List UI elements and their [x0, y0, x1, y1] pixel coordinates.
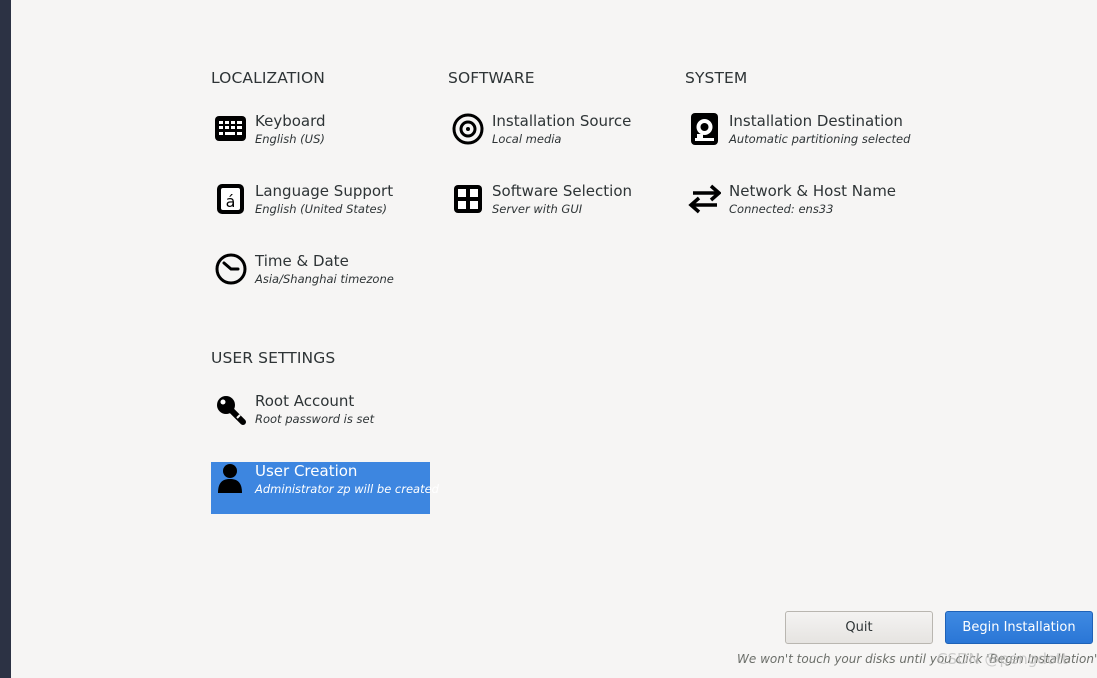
user-icon — [213, 462, 247, 496]
spoke-title: Network & Host Name — [729, 182, 897, 200]
spoke-title: User Creation — [255, 462, 358, 480]
spoke-status: Server with GUI — [492, 202, 583, 216]
spoke-status: English (United States) — [255, 202, 388, 216]
spoke-keyboard[interactable]: Keyboard English (US) — [211, 112, 430, 164]
section-title-user-settings: USER SETTINGS — [211, 349, 336, 367]
spoke-status: Local media — [492, 132, 562, 146]
spoke-title: Root Account — [255, 392, 355, 410]
keyboard-icon — [213, 112, 247, 146]
harddisk-icon — [687, 112, 721, 146]
spoke-title: Software Selection — [492, 182, 633, 200]
svg-text:á: á — [226, 192, 236, 211]
spoke-status: Automatic partitioning selected — [729, 132, 911, 146]
package-icon — [450, 182, 484, 216]
section-title-system: SYSTEM — [685, 69, 748, 87]
spoke-language-support[interactable]: á Language Support English (United State… — [211, 182, 430, 234]
language-icon: á — [213, 182, 247, 216]
spoke-user-creation[interactable]: User Creation Administrator zp will be c… — [211, 462, 439, 514]
spoke-status: Administrator zp will be created — [255, 482, 439, 496]
key-icon — [213, 392, 247, 426]
spoke-status: Connected: ens33 — [729, 202, 834, 216]
section-title-software: SOFTWARE — [448, 69, 535, 87]
spoke-status: English (US) — [255, 132, 325, 146]
watermark-text: CSDN @pengdott — [937, 650, 1068, 668]
spoke-installation-destination[interactable]: Installation Destination Automatic parti… — [685, 112, 910, 164]
left-sidebar-rail — [0, 0, 11, 678]
disc-icon — [450, 112, 484, 146]
spoke-installation-source[interactable]: Installation Source Local media — [448, 112, 667, 164]
spoke-network-hostname[interactable]: Network & Host Name Connected: ens33 — [685, 182, 904, 234]
spoke-title: Time & Date — [255, 252, 349, 270]
section-title-localization: LOCALIZATION — [211, 69, 325, 87]
spoke-software-selection[interactable]: Software Selection Server with GUI — [448, 182, 667, 234]
spoke-time-date[interactable]: Time & Date Asia/Shanghai timezone — [211, 252, 430, 304]
spoke-title: Installation Destination — [729, 112, 903, 130]
spoke-title: Keyboard — [255, 112, 326, 130]
spoke-status: Root password is set — [255, 412, 375, 426]
spoke-root-account[interactable]: Root Account Root password is set — [211, 392, 430, 444]
spoke-title: Language Support — [255, 182, 394, 200]
spoke-title: Installation Source — [492, 112, 632, 130]
quit-button[interactable]: Quit — [785, 611, 933, 644]
network-arrows-icon — [687, 182, 721, 216]
clock-icon — [213, 252, 247, 286]
begin-installation-button[interactable]: Begin Installation — [945, 611, 1093, 644]
spoke-status: Asia/Shanghai timezone — [255, 272, 394, 286]
